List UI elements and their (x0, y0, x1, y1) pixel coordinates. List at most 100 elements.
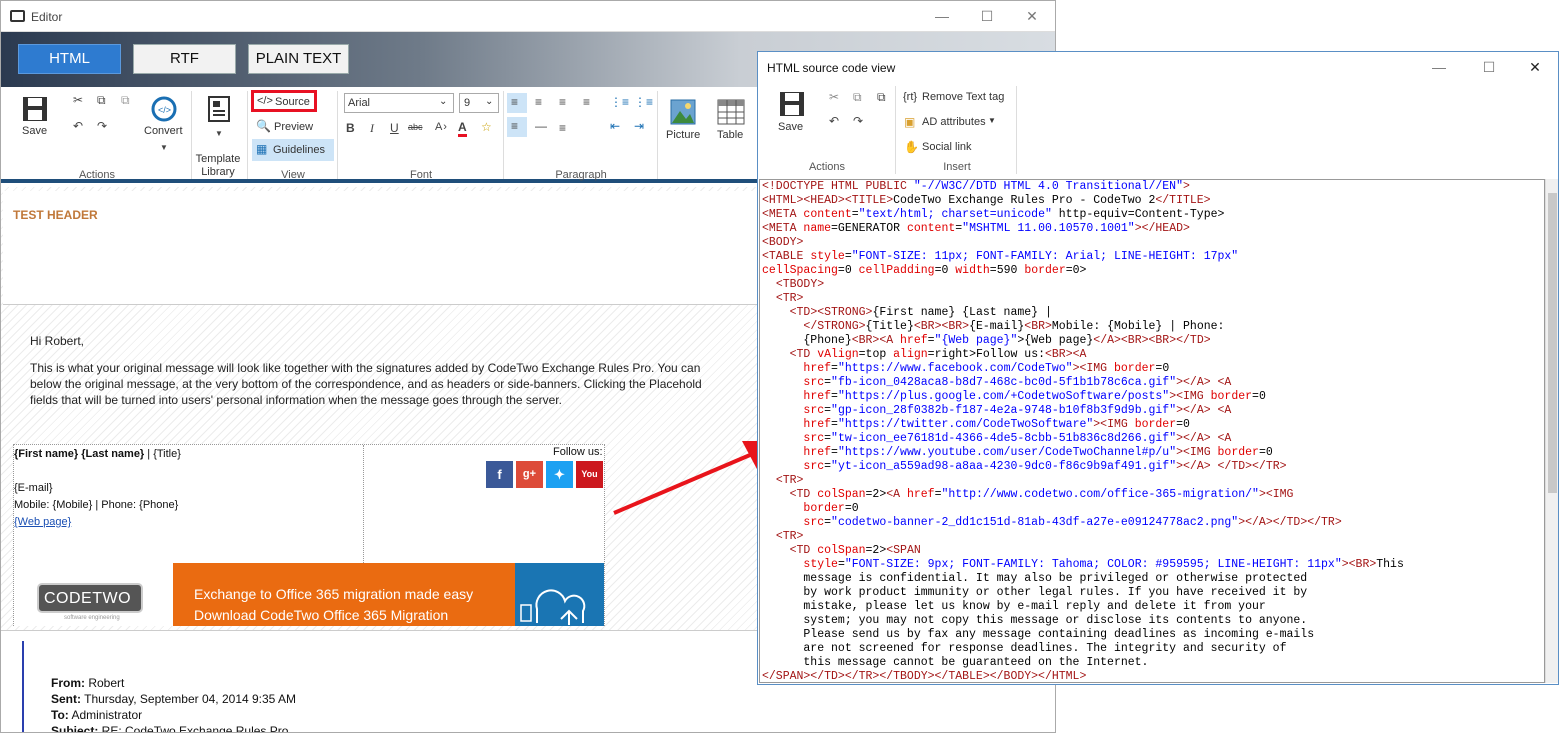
copy-icon[interactable]: ⧉ (853, 90, 862, 105)
save-icon[interactable] (21, 95, 49, 123)
table-icon[interactable] (717, 99, 745, 125)
preview-button[interactable]: Preview (274, 121, 313, 133)
paint-icon[interactable]: ☆ (481, 120, 492, 134)
source-icon: </> (257, 95, 273, 107)
font-size-value: 9 (464, 97, 471, 109)
message-line: below the original message, at the very … (30, 377, 702, 391)
signature-table[interactable]: {First name} {Last name} | {Title} {E-ma… (13, 444, 605, 626)
font-name-select[interactable]: Arial ⌄ (344, 93, 454, 113)
chevron-down-icon[interactable]: ▼ (160, 143, 168, 152)
logo-text: CODETWO (44, 590, 132, 607)
undo-icon[interactable]: ↶ (829, 114, 839, 128)
redo-icon[interactable]: ↷ (97, 119, 107, 133)
minimize-icon[interactable]: — (1428, 58, 1450, 78)
paste-icon[interactable]: ⧉ (121, 93, 130, 108)
youtube-icon[interactable]: You (576, 461, 603, 488)
social-link-button[interactable]: Social link (922, 141, 972, 153)
to-value: Administrator (68, 708, 143, 722)
signature-email: {E-mail} (14, 482, 53, 494)
close-icon[interactable]: ✕ (1021, 7, 1043, 27)
minimize-icon[interactable]: — (931, 7, 953, 27)
source-button[interactable]: </> Source (251, 90, 317, 112)
bullet-list-icon[interactable]: ⋮≡ (610, 95, 629, 109)
chevron-down-icon[interactable]: ▼ (215, 129, 223, 138)
underline-icon[interactable]: U (390, 121, 399, 135)
source-window-title: HTML source code view (767, 61, 896, 75)
google-plus-icon[interactable]: g+ (516, 461, 543, 488)
valign-bottom-icon[interactable]: ≡ (559, 121, 566, 135)
signature-name-line: {First name} {Last name} | {Title} (14, 448, 181, 460)
mode-html-button[interactable]: HTML (18, 44, 121, 74)
quote-sent: Sent: Thursday, September 04, 2014 9:35 … (51, 692, 296, 706)
template-library-icon[interactable] (205, 95, 233, 123)
close-icon[interactable]: ✕ (1524, 58, 1546, 78)
migration-banner[interactable]: CODETWO software engineering Exchange to… (14, 563, 604, 626)
picture-icon[interactable] (670, 99, 696, 125)
align-left-button[interactable]: ≡ (507, 93, 527, 113)
redo-icon[interactable]: ↷ (853, 114, 863, 128)
valign-middle-icon[interactable]: — (535, 119, 547, 133)
strikethrough-icon[interactable]: abc (408, 122, 423, 132)
message-body[interactable]: Hi Robert, This is what your original me… (30, 333, 760, 420)
save-label: Save (22, 125, 48, 137)
app-icon (10, 10, 25, 22)
cut-icon[interactable]: ✂ (829, 90, 839, 104)
paste-icon[interactable]: ⧉ (877, 90, 886, 105)
align-center-icon[interactable]: ≡ (535, 95, 542, 109)
valign-top-button[interactable]: ≡ (507, 117, 527, 137)
valign-top-icon: ≡ (511, 119, 519, 133)
divider (657, 91, 658, 179)
preview-icon[interactable]: 🔍 (256, 119, 271, 133)
table-label: Table (717, 129, 744, 141)
group-view: View (281, 169, 305, 181)
twitter-icon[interactable]: ✦ (546, 461, 573, 488)
signature-name: {First name} {Last name} (14, 448, 145, 460)
scrollbar-thumb[interactable] (1548, 193, 1557, 493)
svg-text:</>: </> (158, 105, 171, 115)
remove-text-tag-button[interactable]: Remove Text tag (922, 91, 1004, 103)
scrollbar[interactable] (1545, 179, 1558, 683)
folder-icon: ▣ (904, 115, 916, 129)
highlight-icon[interactable]: A › (435, 121, 447, 133)
italic-icon[interactable]: I (370, 121, 374, 136)
source-code-editor[interactable]: <!DOCTYPE HTML PUBLIC "-//W3C//DTD HTML … (759, 179, 1545, 683)
undo-icon[interactable]: ↶ (73, 119, 83, 133)
sent-value: Thursday, September 04, 2014 9:35 AM (81, 692, 297, 706)
source-title-bar: HTML source code view — ☐ ✕ (758, 52, 1558, 82)
justify-icon[interactable]: ≡ (583, 95, 590, 109)
chevron-down-icon: ⌄ (485, 96, 494, 107)
save-icon[interactable] (778, 90, 806, 118)
ad-attributes-button[interactable]: AD attributes (922, 116, 986, 128)
convert-label: Convert (144, 125, 183, 137)
align-right-icon[interactable]: ≡ (559, 95, 566, 109)
grid-icon: ▦ (256, 142, 268, 156)
maximize-icon[interactable]: ☐ (1478, 58, 1500, 78)
quote-to: To: Administrator (51, 708, 142, 722)
source-ribbon: Save ✂ ⧉ ⧉ ↶ ↷ Actions {rt} Remove Text … (758, 82, 1558, 177)
picture-label: Picture (666, 129, 701, 141)
mode-plain-text-button[interactable]: PLAIN TEXT (248, 44, 349, 74)
guidelines-button[interactable]: ▦ Guidelines (252, 139, 334, 161)
indent-icon[interactable]: ⇥ (634, 119, 644, 133)
signature-web-link[interactable]: {Web page} (14, 516, 71, 528)
cut-icon[interactable]: ✂ (73, 93, 83, 107)
copy-icon[interactable]: ⧉ (97, 93, 106, 108)
sent-label: Sent: (51, 692, 81, 706)
remove-text-tag-icon: {rt} (903, 91, 918, 103)
font-color-icon[interactable]: A (458, 120, 467, 137)
banner-cloud (515, 563, 604, 626)
outdent-icon[interactable]: ⇤ (610, 119, 620, 133)
maximize-icon[interactable]: ☐ (976, 7, 998, 27)
numbered-list-icon[interactable]: ⋮≡ (634, 95, 653, 109)
banner-line1: Exchange to Office 365 migration made ea… (194, 586, 474, 602)
bold-icon[interactable]: B (346, 121, 355, 135)
divider (363, 445, 364, 563)
convert-icon[interactable]: </> (150, 95, 178, 123)
source-window: HTML source code view — ☐ ✕ Save ✂ ⧉ ⧉ ↶… (757, 51, 1559, 685)
facebook-icon[interactable]: f (486, 461, 513, 488)
mode-rtf-button[interactable]: RTF (133, 44, 236, 74)
divider (1016, 86, 1017, 174)
font-size-select[interactable]: 9 ⌄ (459, 93, 499, 113)
chevron-down-icon[interactable]: ▼ (988, 116, 996, 125)
quote-subject: Subject: RE: CodeTwo Exchange Rules Pro (51, 724, 288, 732)
